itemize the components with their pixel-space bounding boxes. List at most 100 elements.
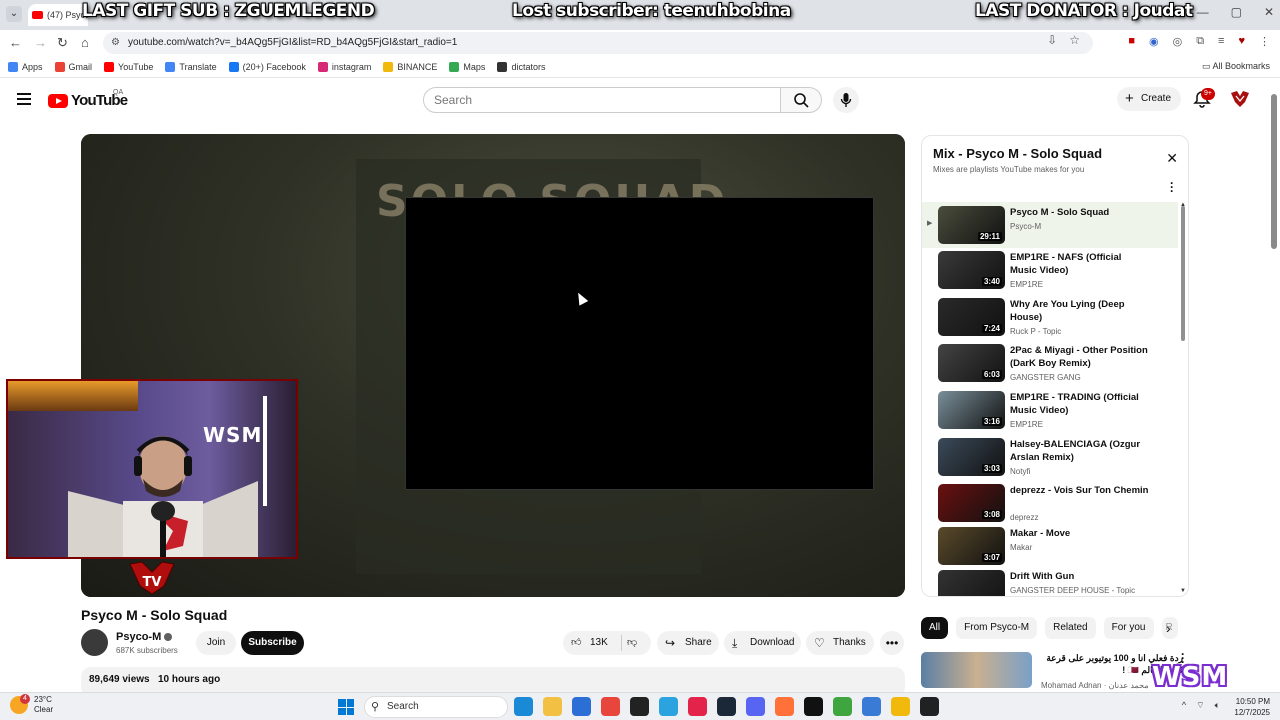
search-input[interactable]: Search: [423, 87, 781, 113]
playlist-item-title[interactable]: Makar - Move: [1010, 527, 1150, 540]
media-icon[interactable]: ≡: [1218, 35, 1224, 48]
playlist-item-title[interactable]: deprezz - Vois Sur Ton Chemin: [1010, 484, 1150, 497]
recommended-video[interactable]: ردة فعلي انا و 100 يوتيوبر على قرعة كأس …: [921, 648, 1189, 692]
chip-for-you[interactable]: For you: [1103, 617, 1154, 639]
close-window-icon[interactable]: ✕: [1264, 5, 1274, 19]
install-app-icon[interactable]: ⇩: [1047, 33, 1057, 47]
playlist-thumbnail[interactable]: 6:03: [938, 344, 1005, 382]
browser-tab[interactable]: (47) Psyco: [28, 4, 88, 26]
chips-next-icon[interactable]: ›: [1166, 620, 1171, 636]
network-icon[interactable]: ⌔: [1196, 700, 1204, 711]
playlist-scrollbar[interactable]: [1181, 206, 1185, 341]
playlist-item[interactable]: 3:40 EMP1RE - NAFS (Official Music Video)…: [922, 247, 1178, 293]
playlist-item[interactable]: 7:24 Why Are You Lying (Deep House) Ruck P…: [922, 294, 1178, 340]
subscribe-button[interactable]: Subscribe: [241, 631, 304, 655]
bookmark-binance[interactable]: BINANCE: [383, 61, 437, 72]
recommended-thumbnail[interactable]: [921, 652, 1032, 688]
extension-2-icon[interactable]: ◉: [1149, 35, 1159, 48]
scroll-down-icon[interactable]: ▼: [1180, 588, 1186, 594]
taskbar-search-input[interactable]: ⚲ Search: [364, 696, 508, 718]
playlist-thumbnail[interactable]: 3:40: [938, 251, 1005, 289]
chip-from-psyco-m[interactable]: From Psyco-M: [956, 617, 1038, 639]
like-icon[interactable]: 👍︎: [571, 631, 581, 655]
back-icon[interactable]: ←: [9, 35, 22, 50]
bookmark-maps[interactable]: Maps: [449, 61, 485, 72]
profile-icon[interactable]: ♥: [1238, 35, 1245, 48]
thanks-button[interactable]: ♡ Thanks: [806, 631, 874, 655]
extension-1-icon[interactable]: ■: [1128, 35, 1135, 48]
bookmark-20-facebook[interactable]: (20+) Facebook: [228, 61, 306, 72]
bookmark-dictators[interactable]: dictators: [497, 61, 545, 72]
extension-3-icon[interactable]: ◎: [1173, 35, 1183, 48]
playlist-thumbnail[interactable]: 29:11: [938, 206, 1005, 244]
playlist-menu-icon[interactable]: · · ·: [1170, 177, 1174, 197]
binance-app-icon[interactable]: [891, 697, 910, 716]
all-bookmarks-button[interactable]: ▭ All Bookmarks: [1202, 61, 1270, 72]
playlist-item[interactable]: 3:07 Makar - Move Makar: [922, 523, 1178, 569]
store-icon[interactable]: [572, 697, 591, 716]
channel-avatar[interactable]: [81, 629, 108, 656]
maximize-icon[interactable]: ▢: [1231, 5, 1242, 19]
playlist-item[interactable]: 3:08 deprezz - Vois Sur Ton Chemin deprezz: [922, 480, 1178, 526]
app-icon[interactable]: [862, 697, 881, 716]
playlist-item-title[interactable]: 2Pac & Miyagi - Other Position (DarK Boy…: [1010, 344, 1150, 370]
playlist-thumbnail[interactable]: 7:24: [938, 298, 1005, 336]
minecraft-icon[interactable]: [833, 697, 852, 716]
playlist-item[interactable]: 3:03 Halsey-BALENCIAGA (Ozgur Arslan Remi…: [922, 434, 1178, 480]
forward-icon[interactable]: →: [34, 35, 47, 50]
windows-start-icon[interactable]: [338, 699, 354, 715]
tab-search-button[interactable]: ⌄: [6, 6, 22, 22]
dislike-icon[interactable]: 👎︎: [627, 631, 637, 655]
extensions-icon[interactable]: ⧉: [1196, 35, 1204, 48]
recommended-channel[interactable]: Mohamad Adnan · محمد عدنان: [1041, 681, 1149, 690]
download-button[interactable]: ⤓ Download: [724, 631, 801, 655]
menu-kebab-icon[interactable]: ⋮: [1259, 35, 1270, 48]
playlist-thumbnail[interactable]: 3:16: [938, 391, 1005, 429]
like-count[interactable]: 13K: [590, 631, 608, 655]
playlist-item-title[interactable]: Halsey-BALENCIAGA (Ozgur Arslan Remix): [1010, 438, 1150, 464]
chip-related[interactable]: Related: [1045, 617, 1096, 639]
voice-search-button[interactable]: [833, 87, 859, 113]
playlist-thumbnail[interactable]: 3:24: [938, 570, 1005, 596]
playlist-item-title[interactable]: Drift With Gun: [1010, 570, 1150, 583]
playlist-item-title[interactable]: Why Are You Lying (Deep House): [1010, 298, 1150, 324]
home-icon[interactable]: ⌂: [81, 35, 89, 50]
obs-icon[interactable]: [630, 697, 649, 716]
bookmark-translate[interactable]: Translate: [165, 61, 217, 72]
playlist-title[interactable]: Mix - Psyco M - Solo Squad: [933, 146, 1102, 161]
playlist-item-title[interactable]: EMP1RE - NAFS (Official Music Video): [1010, 251, 1150, 277]
menu-hamburger-icon[interactable]: [17, 93, 31, 105]
bookmark-star-icon[interactable]: ☆: [1069, 33, 1080, 47]
playlist-item[interactable]: 3:24 Drift With Gun GANGSTER DEEP HOUSE - …: [922, 566, 1178, 596]
firefox-icon[interactable]: [775, 697, 794, 716]
capcut-icon[interactable]: [804, 697, 823, 716]
account-avatar[interactable]: [1229, 88, 1251, 110]
minimize-icon[interactable]: —: [1197, 5, 1209, 19]
bookmark-youtube[interactable]: YouTube: [104, 61, 153, 72]
playlist-item-title[interactable]: EMP1RE - TRADING (Official Music Video): [1010, 391, 1150, 417]
join-button[interactable]: Join: [196, 631, 236, 655]
reload-icon[interactable]: ↻: [57, 35, 68, 51]
edge-icon[interactable]: [514, 697, 533, 716]
search-button[interactable]: [780, 87, 822, 113]
volume-icon[interactable]: 🔈︎: [1215, 700, 1220, 711]
discord-icon[interactable]: [746, 697, 765, 716]
close-playlist-icon[interactable]: ✕: [1166, 150, 1178, 167]
playlist-item[interactable]: 3:16 EMP1RE - TRADING (Official Music Vid…: [922, 387, 1178, 433]
page-scrollbar[interactable]: [1271, 94, 1277, 249]
opera-icon[interactable]: [688, 697, 707, 716]
url-input[interactable]: ⚙ youtube.com/watch?v=_b4AQg5FjGI&list=R…: [103, 32, 1093, 54]
playlist-item[interactable]: ▶ 29:11 Psyco M - Solo Squad Psyco-M: [922, 202, 1178, 248]
channel-name[interactable]: Psyco-M: [116, 631, 173, 643]
create-button[interactable]: + Create: [1117, 87, 1181, 111]
system-clock[interactable]: 10:50 PM 12/7/2025: [1234, 696, 1270, 718]
telegram-icon[interactable]: [659, 697, 678, 716]
chip-all[interactable]: All: [921, 617, 949, 639]
playlist-thumbnail[interactable]: 3:07: [938, 527, 1005, 565]
file-explorer-icon[interactable]: [543, 697, 562, 716]
chatgpt-icon[interactable]: [920, 697, 939, 716]
tray-chevron-icon[interactable]: ^: [1182, 700, 1186, 711]
playlist-thumbnail[interactable]: 3:03: [938, 438, 1005, 476]
chrome-icon[interactable]: [601, 697, 620, 716]
steam-icon[interactable]: [717, 697, 736, 716]
